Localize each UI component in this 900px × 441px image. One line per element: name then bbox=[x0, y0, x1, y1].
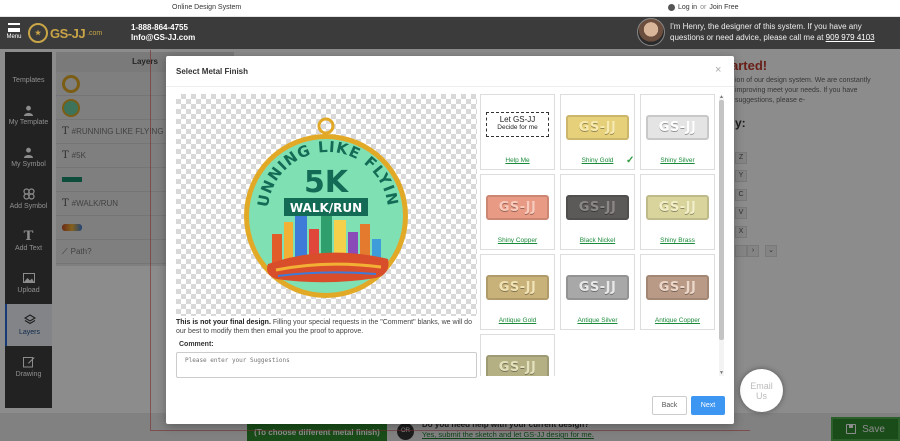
design-note: This is not your final design. Filling y… bbox=[176, 318, 476, 336]
medal-big-text: 5K bbox=[304, 165, 350, 200]
design-preview: RUNNING LIKE FLYING 5K WALK/RUN bbox=[176, 94, 477, 316]
finish-label: Antique Gold bbox=[498, 317, 537, 324]
email-us-line1: Email bbox=[750, 381, 773, 391]
scroll-up-arrow-icon[interactable]: ▲ bbox=[719, 94, 724, 100]
help-line1: Let GS-JJ bbox=[499, 115, 536, 124]
design-note-bold: This is not your final design. bbox=[176, 319, 271, 326]
logo-seal-icon: ★ bbox=[28, 23, 48, 43]
finish-tile-shiny-brass[interactable]: GS-JJ Shiny Brass bbox=[640, 174, 715, 250]
finish-grid: Let GS-JJ Decide for me Help Me GS-JJ Sh… bbox=[480, 94, 718, 376]
designer-phone-link[interactable]: 909 979 4103 bbox=[826, 33, 875, 42]
finish-tile-antique-gold[interactable]: GS-JJ Antique Gold bbox=[480, 254, 555, 330]
logo-text: GS-JJ bbox=[50, 25, 86, 41]
finish-tile-help-me[interactable]: Let GS-JJ Decide for me Help Me bbox=[480, 94, 555, 170]
finish-tile-antique-brass[interactable]: GS-JJ bbox=[480, 334, 555, 376]
comment-label: Comment: bbox=[179, 341, 214, 348]
finish-tile-shiny-copper[interactable]: GS-JJ Shiny Copper bbox=[480, 174, 555, 250]
dialog-title: Select Metal Finish bbox=[176, 67, 249, 76]
finish-swatch: GS-JJ bbox=[566, 275, 629, 300]
medal-ribbon-text: WALK/RUN bbox=[290, 201, 362, 215]
finish-label: Shiny Gold bbox=[581, 157, 614, 164]
finish-tile-shiny-gold[interactable]: GS-JJ Shiny Gold ✓ bbox=[560, 94, 635, 170]
help-me-box: Let GS-JJ Decide for me bbox=[486, 112, 549, 137]
finish-swatch: GS-JJ bbox=[646, 275, 709, 300]
back-button[interactable]: Back bbox=[652, 396, 687, 415]
scrollbar-thumb[interactable] bbox=[719, 100, 724, 340]
finish-tile-antique-silver[interactable]: GS-JJ Antique Silver bbox=[560, 254, 635, 330]
medal-preview: RUNNING LIKE FLYING 5K WALK/RUN bbox=[176, 94, 408, 298]
close-icon[interactable]: × bbox=[715, 64, 721, 76]
finish-swatch: GS-JJ bbox=[566, 195, 629, 220]
account-links: Log in or Join Free bbox=[668, 4, 739, 11]
scroll-down-arrow-icon[interactable]: ▼ bbox=[719, 370, 724, 376]
designer-avatar bbox=[637, 18, 665, 46]
logo-suffix: .com bbox=[87, 29, 103, 37]
finish-swatch: GS-JJ bbox=[566, 115, 629, 140]
comment-input[interactable] bbox=[176, 352, 477, 378]
finish-label: Black Nickel bbox=[579, 237, 616, 244]
next-button[interactable]: Next bbox=[691, 396, 725, 415]
phone-number: 1-888-864-4755 bbox=[131, 23, 188, 32]
finish-swatch: GS-JJ bbox=[646, 195, 709, 220]
menu-label: Menu bbox=[6, 34, 22, 40]
system-title: Online Design System bbox=[172, 4, 242, 11]
email-us-line2: Us bbox=[756, 391, 767, 401]
or-text: or bbox=[700, 4, 707, 11]
finish-label: Antique Copper bbox=[654, 317, 701, 324]
top-bar: Online Design System Log in or Join Free bbox=[0, 0, 900, 17]
finish-tile-black-nickel[interactable]: GS-JJ Black Nickel bbox=[560, 174, 635, 250]
medal-loop bbox=[317, 117, 335, 135]
login-link[interactable]: Log in bbox=[678, 4, 697, 11]
join-link[interactable]: Join Free bbox=[709, 4, 738, 11]
user-icon bbox=[668, 4, 675, 11]
finish-swatch: GS-JJ bbox=[486, 195, 549, 220]
selected-check-icon: ✓ bbox=[626, 155, 635, 166]
site-header: Menu ★ GS-JJ .com 1-888-864-4755 Info@GS… bbox=[0, 17, 900, 49]
hamburger-icon bbox=[8, 23, 20, 32]
help-line2: Decide for me bbox=[497, 124, 538, 131]
finish-label: Shiny Silver bbox=[660, 157, 695, 164]
finish-label: Antique Silver bbox=[577, 317, 618, 324]
designer-message: I'm Henry, the designer of this system. … bbox=[670, 21, 898, 43]
finish-label: Help Me bbox=[505, 157, 530, 164]
finish-label: Shiny Brass bbox=[660, 237, 695, 244]
email-address: Info@GS-JJ.com bbox=[131, 33, 196, 42]
finish-label: Shiny Copper bbox=[497, 237, 538, 244]
finish-tile-antique-copper[interactable]: GS-JJ Antique Copper bbox=[640, 254, 715, 330]
email-us-widget[interactable]: Email Us bbox=[740, 369, 783, 412]
logo[interactable]: ★ GS-JJ .com bbox=[28, 22, 108, 44]
finish-swatch: GS-JJ bbox=[486, 275, 549, 300]
contact-info: 1-888-864-4755 Info@GS-JJ.com bbox=[131, 23, 195, 43]
finish-swatch: GS-JJ bbox=[486, 355, 549, 376]
dialog-divider bbox=[166, 86, 734, 87]
finish-tile-shiny-silver[interactable]: GS-JJ Shiny Silver bbox=[640, 94, 715, 170]
finish-scrollbar[interactable] bbox=[719, 96, 724, 376]
metal-finish-dialog: Select Metal Finish × UNNING LIKE FLYIN … bbox=[166, 56, 734, 424]
menu-button[interactable]: Menu bbox=[4, 21, 24, 45]
finish-swatch: GS-JJ bbox=[646, 115, 709, 140]
